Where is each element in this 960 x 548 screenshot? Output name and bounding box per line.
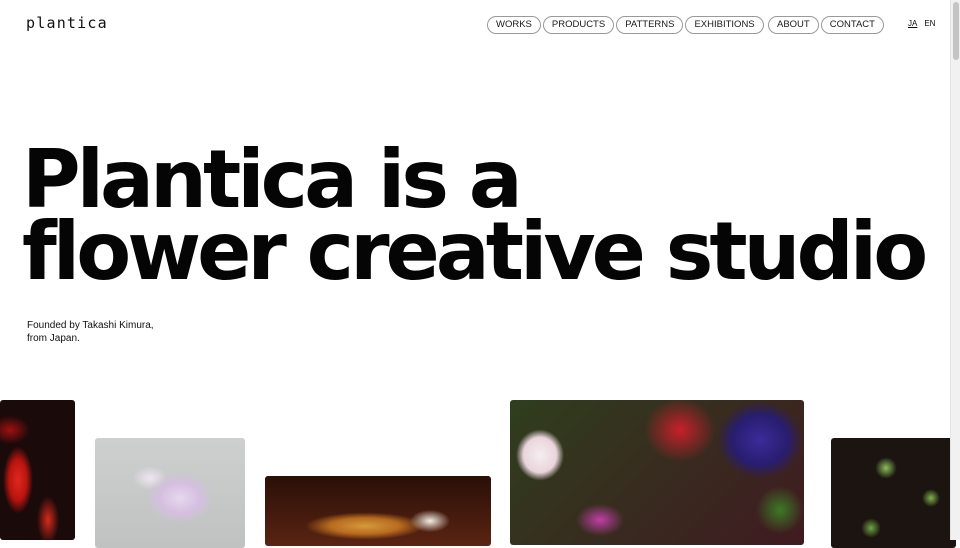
motion-blur-flower-photo[interactable] xyxy=(265,476,491,546)
founder-subtitle: Founded by Takashi Kimura, from Japan. xyxy=(27,320,154,345)
lang-ja-link[interactable]: JA xyxy=(908,19,917,28)
secondary-nav: ABOUT CONTACT xyxy=(768,16,886,34)
nav-products-button[interactable]: PRODUCTS xyxy=(542,16,615,34)
nav-contact-button[interactable]: CONTACT xyxy=(820,16,884,34)
green-buds-photo[interactable] xyxy=(831,438,956,548)
white-lavender-petal-photo[interactable] xyxy=(95,438,245,548)
page-scrollbar[interactable] xyxy=(950,0,960,540)
subtitle-line-2: from Japan. xyxy=(27,332,80,344)
scrollbar-thumb[interactable] xyxy=(953,2,959,60)
lang-en-link[interactable]: EN xyxy=(924,19,935,28)
site-logo[interactable]: plantica xyxy=(26,14,108,32)
subtitle-line-1: Founded by Takashi Kimura, xyxy=(27,320,154,331)
nav-exhibitions-button[interactable]: EXHIBITIONS xyxy=(685,16,764,34)
colorful-bouquet-photo[interactable] xyxy=(510,400,804,545)
hero-heading: Plantica is a flower creative studio xyxy=(22,140,928,298)
red-flower-photo[interactable] xyxy=(0,400,75,540)
hero-line-2: flower creative studio xyxy=(22,205,928,298)
nav-works-button[interactable]: WORKS xyxy=(487,16,541,34)
primary-nav: WORKS PRODUCTS PATTERNS EXHIBITIONS xyxy=(487,16,766,34)
language-switcher: JA EN xyxy=(908,19,935,28)
nav-patterns-button[interactable]: PATTERNS xyxy=(616,16,684,34)
nav-about-button[interactable]: ABOUT xyxy=(768,16,819,34)
